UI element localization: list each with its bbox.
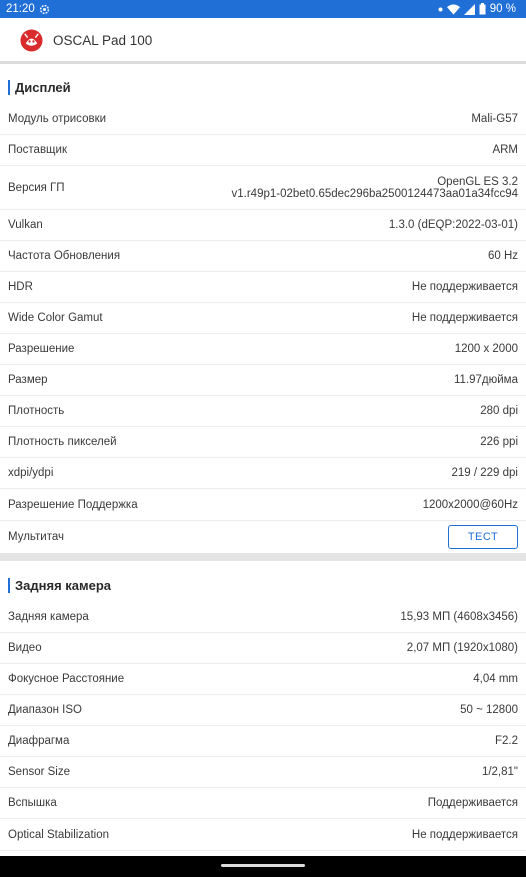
row-value: 50 ~ 12800 [460,704,518,716]
row-label: Разрешение [8,343,75,355]
row-label: Вспышка [8,797,57,809]
row-label: Optical Stabilization [8,828,109,841]
row-density: Плотность 280 dpi [0,396,526,427]
row-value: Не поддерживается [411,281,518,293]
row-label: Wide Color Gamut [8,312,103,324]
row-label: Плотность пикселей [8,436,117,448]
row-value: 60 Hz [487,250,518,262]
section-title-display: Дисплей [8,80,71,95]
row-label: Sensor Size [8,766,71,778]
row-label: Vulkan [8,219,43,231]
row-value: 2,07 МП (1920x1080) [406,642,518,654]
row-value: Поддерживается [427,797,518,809]
row-value: 15,93 МП (4608x3456) [400,611,518,623]
status-time: 21:20 [6,3,35,15]
device-title: OSCAL Pad 100 [53,32,153,48]
row-label: HDR [8,281,33,293]
row-video: Видео 2,07 МП (1920x1080) [0,633,526,664]
row-value: 1200 x 2000 [454,343,518,355]
app-header: OSCAL Pad 100 [0,18,526,62]
row-label: xdpi/ydpi [8,467,54,479]
row-value: Не поддерживается [411,828,518,841]
home-gesture-handle[interactable] [221,864,305,867]
row-label: Версия ГП [8,181,65,194]
row-value: 1200x2000@60Hz [422,498,518,511]
row-rear-camera: Задняя камера 15,93 МП (4608x3456) [0,602,526,633]
row-label: Диапазон ISO [8,704,82,716]
row-focal-length: Фокусное Расстояние 4,04 mm [0,664,526,695]
row-label: Диафрагма [8,735,70,747]
row-value-secondary: v1.r49p1-02bet0.65dec296ba2500124473aa01… [231,187,518,200]
row-supported-resolution: Разрешение Поддержка 1200x2000@60Hz [0,489,526,521]
row-hdr: HDR Не поддерживается [0,272,526,303]
row-pixel-density: Плотность пикселей 226 ppi [0,427,526,458]
row-label: Частота Обновления [8,250,121,262]
row-aperture: Диафрагма F2.2 [0,726,526,757]
status-bar: 21:20 90 % [0,0,526,18]
antutu-logo-icon [20,28,43,52]
wifi-icon [446,4,460,15]
row-value: ARM [492,144,518,156]
section-title-rear-camera: Задняя камера [8,578,111,593]
row-value: 226 ppi [480,436,518,448]
dot-icon [438,7,443,12]
row-value: Mali-G57 [471,113,518,125]
row-refresh-rate: Частота Обновления 60 Hz [0,241,526,272]
row-multitouch: Мультитач ТЕСТ [0,521,526,553]
settings-gear-icon [39,4,50,15]
row-value: 280 dpi [480,405,518,417]
section-divider [0,553,526,561]
row-gpu-version: Версия ГП OpenGL ES 3.2 v1.r49p1-02bet0.… [0,166,526,210]
row-value: F2.2 [494,735,518,747]
row-label: Видео [8,642,42,654]
row-label: Модуль отрисовки [8,113,107,125]
row-optical-stabilization: Optical Stabilization Не поддерживается [0,819,526,851]
signal-icon [463,3,475,15]
row-label: Размер [8,374,48,386]
row-value: Не поддерживается [411,312,518,324]
battery-icon [479,3,486,15]
row-value-group: OpenGL ES 3.2 v1.r49p1-02bet0.65dec296ba… [232,176,518,200]
row-value: 1.3.0 (dEQP:2022-03-01) [388,219,518,231]
navigation-bar [0,856,526,877]
row-label: Задняя камера [8,611,89,623]
row-label: Разрешение Поддержка [8,498,138,511]
row-value: 11.97дюйма [454,374,518,386]
row-value: OpenGL ES 3.2 [437,175,518,188]
row-xdpi-ydpi: xdpi/ydpi 219 / 229 dpi [0,458,526,489]
row-vendor: Поставщик ARM [0,135,526,166]
row-flash: Вспышка Поддерживается [0,788,526,819]
row-wide-color-gamut: Wide Color Gamut Не поддерживается [0,303,526,334]
row-value: 4,04 mm [473,673,518,685]
header-divider [0,61,526,64]
row-label: Мультитач [8,531,64,543]
battery-percent: 90 % [489,3,516,15]
row-render-module: Модуль отрисовки Mali-G57 [0,104,526,135]
row-label: Поставщик [8,144,67,156]
row-iso-range: Диапазон ISO 50 ~ 12800 [0,695,526,726]
row-sensor-size: Sensor Size 1/2,81" [0,757,526,788]
row-size: Размер 11.97дюйма [0,365,526,396]
row-label: Фокусное Расстояние [8,673,125,685]
row-value: 219 / 229 dpi [451,467,518,479]
row-value: 1/2,81" [481,766,518,778]
row-vulkan: Vulkan 1.3.0 (dEQP:2022-03-01) [0,210,526,241]
row-label: Плотность [8,405,65,417]
row-resolution: Разрешение 1200 x 2000 [0,334,526,365]
multitouch-test-button[interactable]: ТЕСТ [448,525,518,549]
